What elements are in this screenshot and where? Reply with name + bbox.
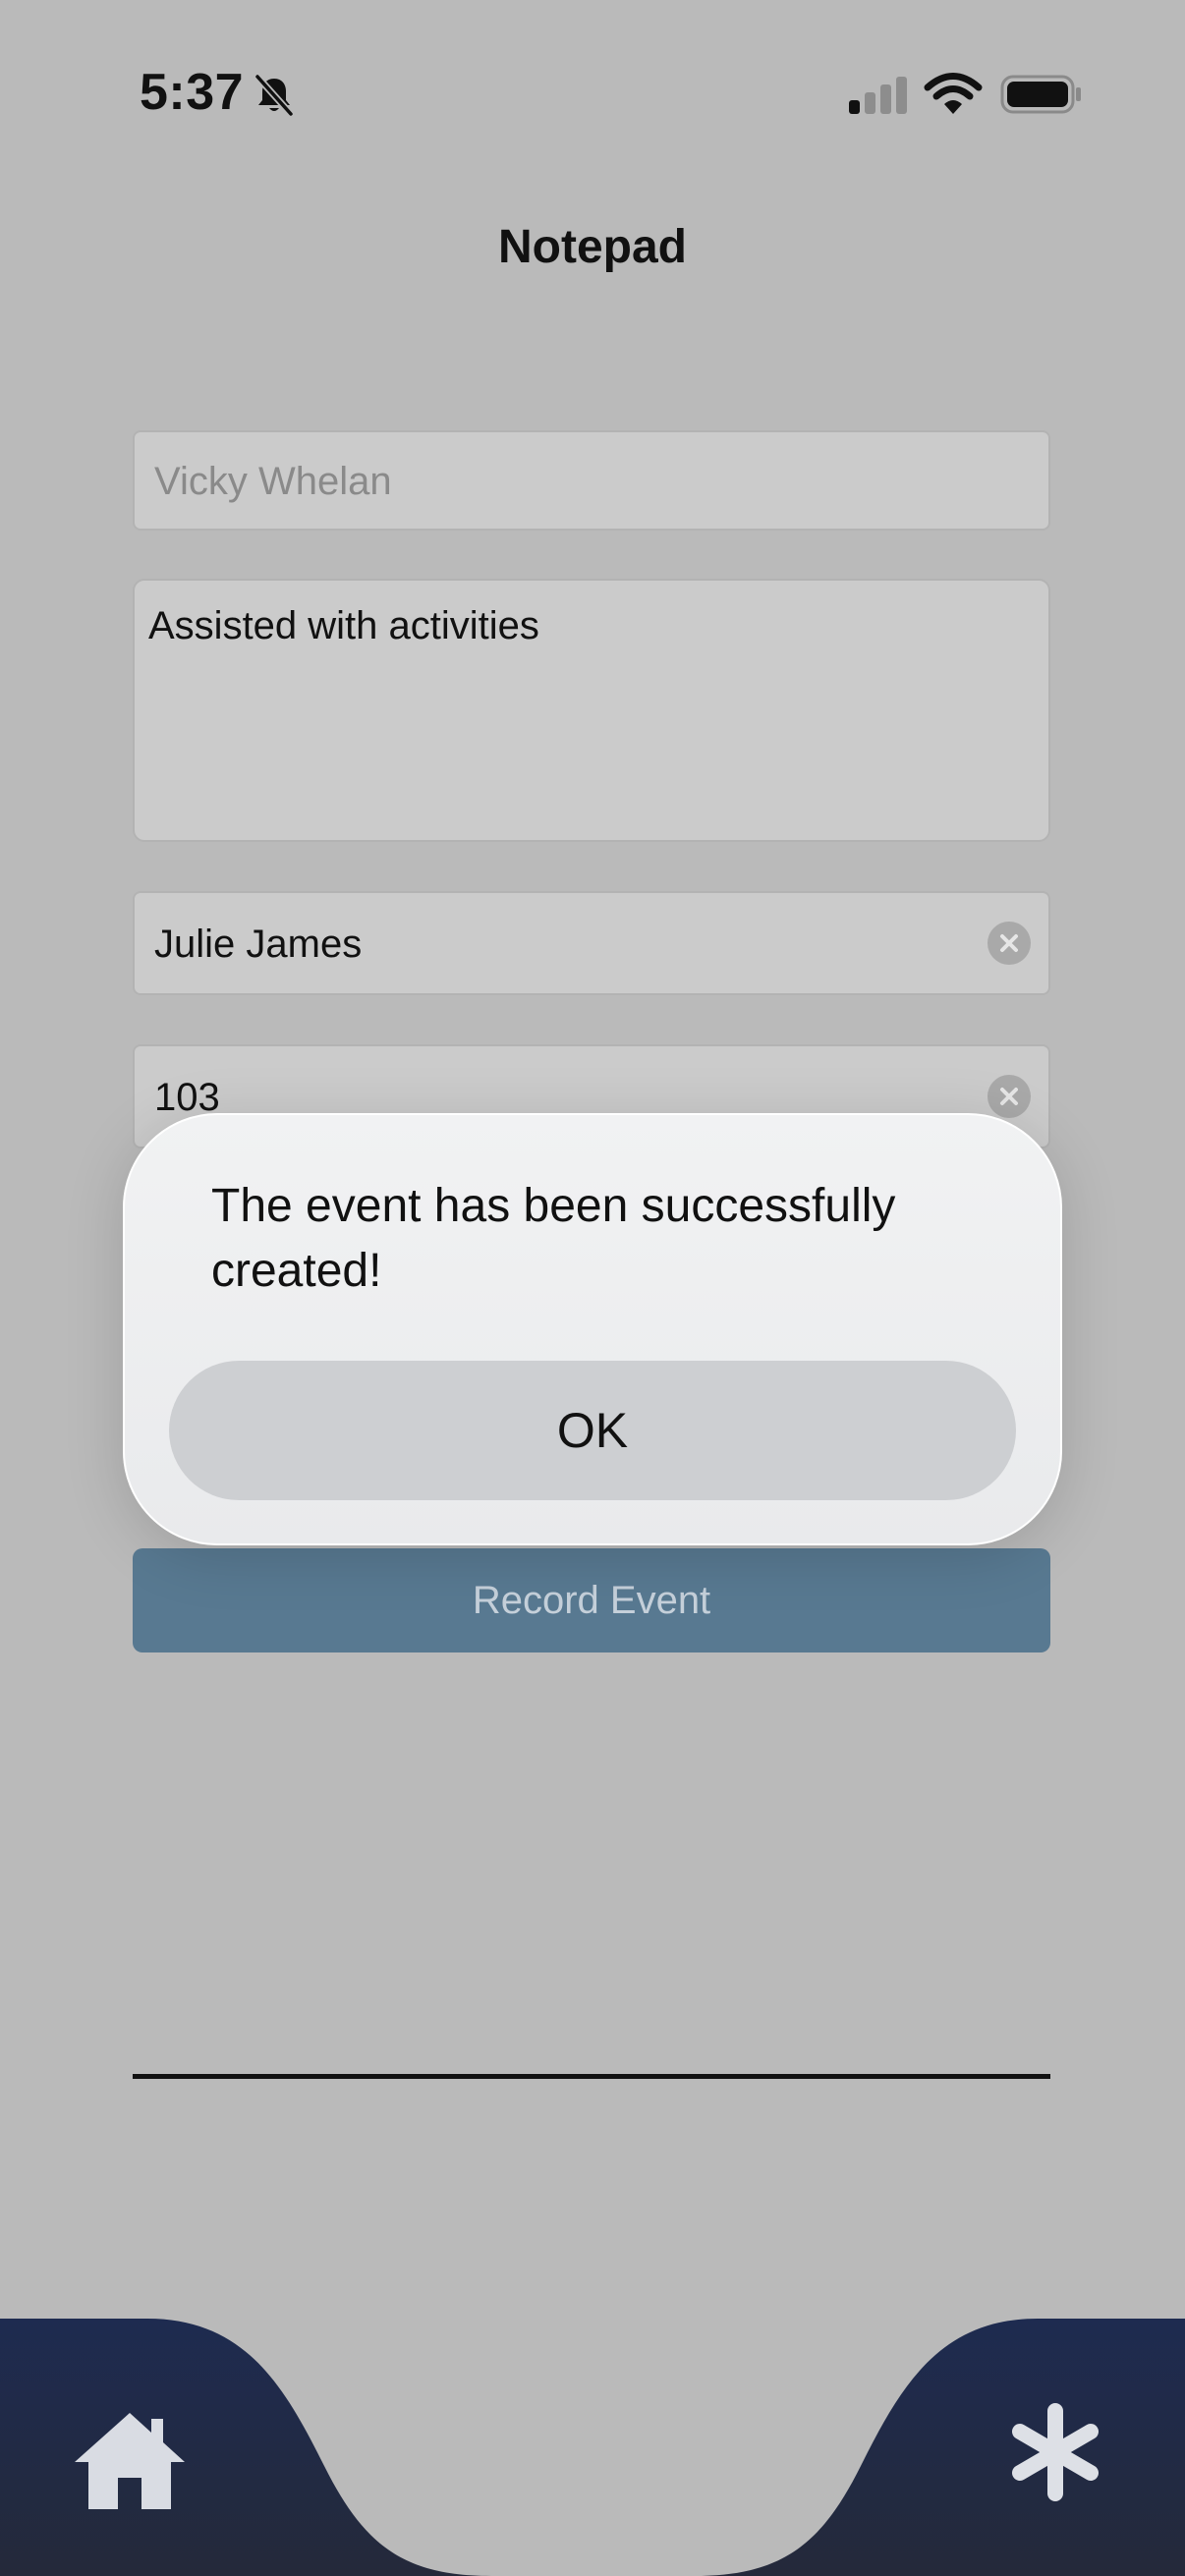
bottom-nav-bar: [0, 2319, 1185, 2576]
alert-message: The event has been successfully created!: [211, 1180, 896, 1297]
staff-name-input[interactable]: Julie James: [133, 891, 1050, 995]
divider-line: [133, 2074, 1050, 2079]
asterisk-icon[interactable]: [1004, 2401, 1106, 2503]
wifi-icon: [924, 73, 983, 114]
clear-room-button[interactable]: [988, 1075, 1031, 1118]
close-circle-icon: [1000, 1088, 1018, 1105]
record-event-button[interactable]: Record Event: [133, 1548, 1050, 1652]
home-icon[interactable]: [69, 2407, 191, 2515]
staff-name-text: Julie James: [154, 923, 363, 966]
page-title: Notepad: [498, 221, 687, 273]
notes-text: Assisted with activities: [148, 604, 539, 647]
alert-ok-button[interactable]: OK: [169, 1361, 1016, 1500]
battery-icon: [1000, 75, 1081, 114]
resident-name-placeholder: Vicky Whelan: [154, 460, 392, 503]
close-circle-icon: [1000, 934, 1018, 952]
resident-name-input[interactable]: Vicky Whelan: [133, 430, 1050, 531]
bell-slash-icon: [254, 73, 295, 118]
clear-staff-button[interactable]: [988, 922, 1031, 965]
success-alert-dialog: The event has been successfully created!…: [123, 1113, 1062, 1545]
status-time: 5:37: [140, 64, 245, 121]
notes-textarea[interactable]: Assisted with activities: [133, 579, 1050, 842]
cellular-signal-icon: [849, 77, 907, 114]
